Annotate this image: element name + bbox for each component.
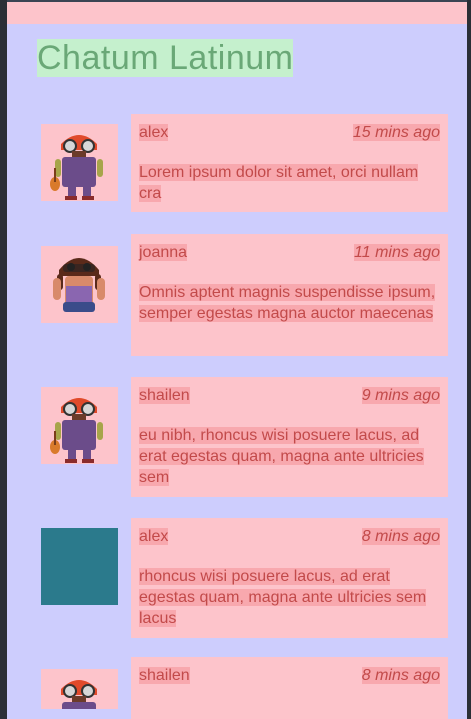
message-text: eu nibh, rhoncus wisi posuere lacus, ad … bbox=[139, 427, 424, 486]
android-guitar-avatar[interactable] bbox=[41, 669, 118, 709]
android-girl-icon bbox=[41, 246, 118, 323]
message-bubble[interactable]: alex 15 mins ago Lorem ipsum dolor sit a… bbox=[131, 114, 448, 212]
android-guitar-avatar[interactable] bbox=[41, 124, 118, 201]
message-text: Lorem ipsum dolor sit amet, orci nullam … bbox=[139, 164, 419, 202]
window-left-border bbox=[0, 0, 7, 719]
android-guitar-icon bbox=[41, 669, 118, 709]
message-bubble[interactable]: joanna 11 mins ago Omnis aptent magnis s… bbox=[131, 234, 448, 356]
edge-marker bbox=[0, 4, 4, 12]
placeholder-avatar[interactable] bbox=[41, 528, 118, 605]
sender-name: shailen bbox=[139, 667, 190, 684]
message-bubble[interactable]: alex 8 mins ago rhoncus wisi posuere lac… bbox=[131, 518, 448, 638]
message-text: rhoncus wisi posuere lacus, ad erat eges… bbox=[139, 568, 427, 627]
window-right-border bbox=[467, 0, 471, 719]
sender-name: joanna bbox=[139, 244, 188, 261]
message-time: 11 mins ago bbox=[354, 244, 440, 261]
message-text: Omnis aptent magnis suspendisse ipsum, s… bbox=[139, 284, 436, 322]
sender-name: alex bbox=[139, 124, 169, 141]
sender-name: alex bbox=[139, 528, 169, 545]
status-bar bbox=[7, 2, 467, 24]
app-screen: Chatum Latinum alex 15 mins ago Lorem ip… bbox=[7, 2, 467, 719]
message-time: 8 mins ago bbox=[361, 667, 440, 684]
android-guitar-icon bbox=[41, 387, 118, 464]
android-guitar-avatar[interactable] bbox=[41, 387, 118, 464]
message-bubble[interactable]: shailen 8 mins ago bbox=[131, 657, 448, 719]
message-time: 15 mins ago bbox=[352, 124, 440, 141]
android-girl-avatar[interactable] bbox=[41, 246, 118, 323]
app-title: Chatum Latinum bbox=[37, 39, 294, 77]
sender-name: shailen bbox=[139, 387, 190, 404]
android-guitar-icon bbox=[41, 124, 118, 201]
message-time: 8 mins ago bbox=[361, 528, 440, 545]
message-time: 9 mins ago bbox=[361, 387, 440, 404]
message-bubble[interactable]: shailen 9 mins ago eu nibh, rhoncus wisi… bbox=[131, 377, 448, 497]
